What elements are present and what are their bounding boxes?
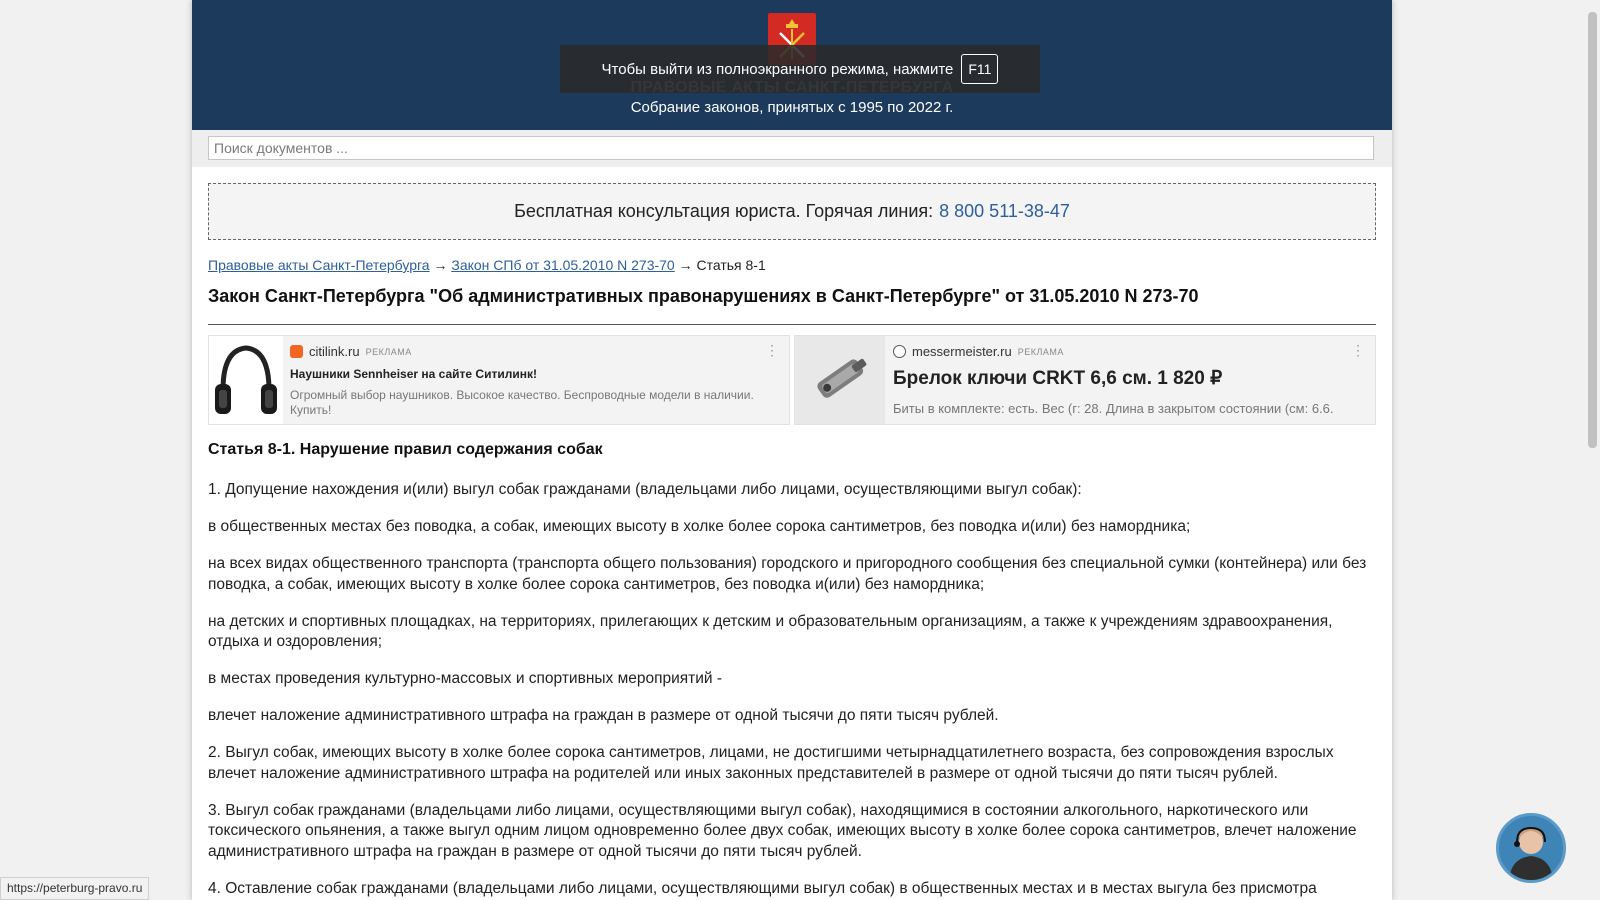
ad-label: РЕКЛАМА xyxy=(1017,346,1064,357)
article-title: Статья 8-1. Нарушение правил содержания … xyxy=(208,441,603,458)
citilink-favicon-icon xyxy=(290,345,303,358)
chat-consultant-avatar[interactable] xyxy=(1496,813,1566,883)
hotline-phone-link[interactable]: 8 800 511-38-47 xyxy=(939,201,1070,222)
breadcrumb: Правовые акты Санкт-Петербурга → Закон С… xyxy=(208,257,766,273)
breadcrumb-separator: → xyxy=(433,257,448,273)
fullscreen-notice-text: Чтобы выйти из полноэкранного режима, на… xyxy=(601,60,954,78)
vertical-scrollbar[interactable] xyxy=(1584,0,1600,900)
ad-source-domain: messermeister.ru xyxy=(912,344,1012,359)
article-paragraph: на детских и спортивных площадках, на те… xyxy=(208,612,1333,651)
ad-headline[interactable]: Брелок ключи CRKT 6,6 см. 1 820 ₽ xyxy=(893,367,1222,390)
article-paragraph: 2. Выгул собак, имеющих высоту в холке б… xyxy=(208,744,1334,782)
ad-headline[interactable]: Наушники Sennheiser на сайте Ситилинк! xyxy=(290,367,537,381)
article-paragraph: в местах проведения культурно-массовых и… xyxy=(208,670,723,687)
article-body: 1. Допущение нахождения и(или) выгул соб… xyxy=(208,480,1376,900)
search-input[interactable] xyxy=(208,136,1374,160)
ad-card-citilink[interactable]: citilink.ru РЕКЛАМА ⋮ Наушники Sennheise… xyxy=(208,335,790,425)
consultation-text: Бесплатная консультация юриста. Горячая … xyxy=(514,201,934,221)
f11-key: F11 xyxy=(961,54,999,84)
breadcrumb-home-link[interactable]: Правовые акты Санкт-Петербурга xyxy=(208,257,430,273)
headphones-image[interactable] xyxy=(209,336,283,424)
article-paragraph: 4. Оставление собак гражданами (владельц… xyxy=(208,879,1317,897)
article-paragraph: в общественных местах без поводка, а соб… xyxy=(208,518,1191,535)
breadcrumb-current: Статья 8-1 xyxy=(696,257,766,273)
messermeister-favicon-icon xyxy=(893,345,906,358)
consultation-banner: Бесплатная консультация юриста. Горячая … xyxy=(208,183,1376,240)
ad-label: РЕКЛАМА xyxy=(365,346,412,357)
article-paragraph: 3. Выгул собак гражданами (владельцами л… xyxy=(208,801,1357,860)
ad-source-domain: citilink.ru xyxy=(309,344,360,359)
more-options-icon[interactable]: ⋮ xyxy=(1351,342,1365,359)
site-header: ПРАВОВЫЕ АКТЫ САНКТ-ПЕТЕРБУРГА Собрание … xyxy=(192,0,1392,130)
law-title: Закон Санкт-Петербурга "Об административ… xyxy=(208,286,1199,306)
ad-description: Биты в комплекте: есть. Вес (г: 28. Длин… xyxy=(893,401,1334,416)
keychain-tool-image[interactable] xyxy=(795,336,885,424)
page-container: ПРАВОВЫЕ АКТЫ САНКТ-ПЕТЕРБУРГА Собрание … xyxy=(192,0,1392,900)
ad-description: Огромный выбор наушников. Высокое качест… xyxy=(290,388,754,417)
ad-source[interactable]: citilink.ru РЕКЛАМА xyxy=(290,344,412,359)
scrollbar-thumb[interactable] xyxy=(1588,12,1597,448)
site-subtitle: Собрание законов, принятых с 1995 по 202… xyxy=(630,99,954,116)
breadcrumb-separator: → xyxy=(678,257,693,273)
fullscreen-exit-notice: Чтобы выйти из полноэкранного режима, на… xyxy=(560,45,1040,93)
article-paragraph: на всех видах общественного транспорта (… xyxy=(208,555,1367,593)
status-bar-url: https://peterburg-pravo.ru xyxy=(0,877,150,900)
article-paragraph: 1. Допущение нахождения и(или) выгул соб… xyxy=(208,481,1082,498)
breadcrumb-law-link[interactable]: Закон СПб от 31.05.2010 N 273-70 xyxy=(451,257,674,273)
search-bar xyxy=(192,130,1392,167)
more-options-icon[interactable]: ⋮ xyxy=(765,342,779,359)
ad-source[interactable]: messermeister.ru РЕКЛАМА xyxy=(893,344,1064,359)
article-paragraph: влечет наложение административного штраф… xyxy=(208,707,999,724)
ad-card-messermeister[interactable]: messermeister.ru РЕКЛАМА ⋮ Брелок ключи … xyxy=(794,335,1376,425)
title-divider xyxy=(208,324,1376,325)
